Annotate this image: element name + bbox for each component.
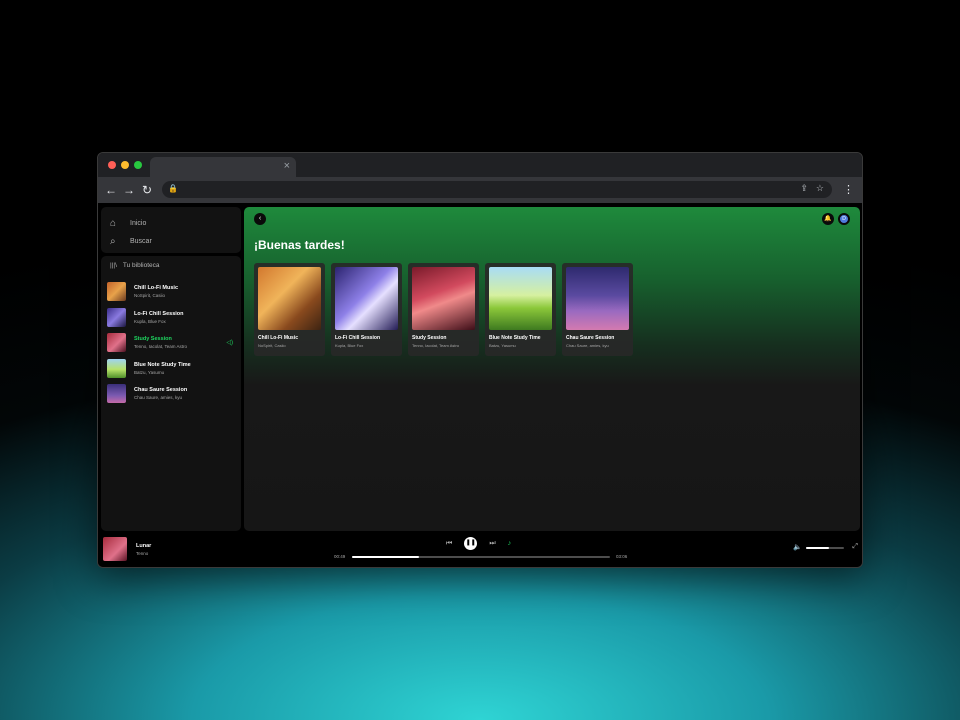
volume-fill bbox=[806, 547, 829, 549]
library-item-title: Study Session bbox=[134, 336, 172, 343]
forward-arrow-icon[interactable]: → bbox=[120, 183, 138, 197]
card-title: Lo-Fi Chill Session bbox=[335, 335, 381, 341]
avatar[interactable]: D bbox=[838, 213, 850, 225]
playlist-card[interactable]: Chill Lo-Fi Music NoSpirit, Casiio bbox=[254, 263, 325, 356]
library-icon: |||\ bbox=[110, 262, 117, 269]
now-playing-cover[interactable] bbox=[103, 537, 127, 561]
library-item[interactable]: Chau Saure Session Chau Saure, amies, ky… bbox=[107, 381, 235, 407]
library-item-subtitle: Chau Saure, amies, kyu bbox=[134, 395, 183, 401]
playlist-grid: Chill Lo-Fi Music NoSpirit, Casiio Lo-Fi… bbox=[254, 263, 633, 356]
back-arrow-icon[interactable]: ← bbox=[102, 183, 120, 197]
spotify-app: ⌂ Inicio ⌕ Buscar |||\ Tu biblioteca Chi… bbox=[98, 203, 862, 531]
now-playing-title[interactable]: Lunar bbox=[136, 543, 151, 549]
tab-bar: × bbox=[98, 153, 862, 177]
card-subtitle: Tenno, Iacolat, Team Astro bbox=[412, 343, 460, 348]
fullscreen-icon[interactable]: ⤢ bbox=[852, 543, 858, 551]
share-icon[interactable]: ⇪ bbox=[800, 183, 808, 194]
playlist-cover bbox=[107, 384, 126, 404]
progress-slider[interactable] bbox=[352, 556, 610, 558]
page-title: ¡Buenas tardes! bbox=[254, 238, 345, 252]
card-subtitle: Batzu, Yasumu bbox=[489, 343, 516, 348]
library-item-title: Chill Lo-Fi Music bbox=[134, 285, 178, 292]
tab-close-icon[interactable]: × bbox=[284, 160, 290, 172]
now-playing-artist[interactable]: Tenno bbox=[136, 551, 148, 556]
library-item-title: Lo-Fi Chill Session bbox=[134, 310, 184, 317]
sidebar-item-home[interactable]: ⌂ Inicio bbox=[110, 214, 232, 232]
star-icon[interactable]: ☆ bbox=[816, 183, 824, 194]
pause-button[interactable]: ❚❚ bbox=[464, 537, 478, 550]
playlist-cover bbox=[107, 307, 126, 327]
card-subtitle: Chau Saure, amies, kyu bbox=[566, 343, 609, 348]
more-vert-icon[interactable]: ⋮ bbox=[843, 183, 854, 196]
main-content: ‹ 🔔 D ¡Buenas tardes! Chill Lo-Fi Music … bbox=[244, 207, 860, 531]
minimize-window-button[interactable] bbox=[121, 161, 129, 169]
library-panel: |||\ Tu biblioteca Chill Lo-Fi Music NoS… bbox=[101, 256, 241, 531]
library-item-subtitle: Kupla, Blue Fox bbox=[134, 318, 166, 324]
progress-fill bbox=[352, 556, 420, 558]
bell-icon[interactable]: 🔔 bbox=[822, 213, 834, 225]
playlist-cover bbox=[258, 267, 321, 330]
library-item-subtitle: Batzu, Yasumu bbox=[134, 369, 165, 375]
reload-icon[interactable]: ↻ bbox=[138, 183, 156, 197]
library-item[interactable]: Blue Note Study Time Batzu, Yasumu bbox=[107, 356, 235, 382]
card-subtitle: NoSpirit, Casiio bbox=[258, 343, 286, 348]
playback-controls: ⏮ ❚❚ ⏭ ♪ bbox=[446, 537, 511, 550]
close-window-button[interactable] bbox=[108, 161, 116, 169]
playlist-card[interactable]: Chau Saure Session Chau Saure, amies, ky… bbox=[562, 263, 633, 356]
lock-icon: 🔒 bbox=[168, 184, 178, 193]
playlist-cover bbox=[489, 267, 552, 330]
next-track-icon[interactable]: ⏭ bbox=[489, 540, 495, 548]
playlist-cover bbox=[412, 267, 475, 330]
card-title: Chill Lo-Fi Music bbox=[258, 335, 298, 341]
library-label: Tu biblioteca bbox=[122, 262, 160, 269]
sidebar: ⌂ Inicio ⌕ Buscar |||\ Tu biblioteca Chi… bbox=[101, 207, 241, 531]
playlist-card[interactable]: Blue Note Study Time Batzu, Yasumu bbox=[485, 263, 556, 356]
volume-slider[interactable] bbox=[806, 547, 844, 549]
sidebar-nav: ⌂ Inicio ⌕ Buscar bbox=[101, 207, 241, 253]
playlist-cover bbox=[566, 267, 629, 330]
library-item[interactable]: Study Session Tenno, Iacolat, Team Astro… bbox=[107, 330, 235, 356]
sidebar-item-label: Inicio bbox=[130, 219, 147, 227]
library-item[interactable]: Lo-Fi Chill Session Kupla, Blue Fox bbox=[107, 305, 235, 331]
playlist-cover bbox=[107, 282, 126, 302]
library-item-title: Blue Note Study Time bbox=[134, 361, 191, 368]
playlist-cover bbox=[107, 358, 126, 378]
browser-tab[interactable]: × bbox=[150, 157, 296, 177]
sidebar-item-label: Buscar bbox=[130, 237, 152, 245]
total-time: 03:06 bbox=[616, 554, 628, 559]
elapsed-time: 00:49 bbox=[334, 554, 346, 559]
card-title: Chau Saure Session bbox=[566, 335, 615, 341]
library-header[interactable]: |||\ Tu biblioteca bbox=[107, 262, 235, 269]
playlist-cover bbox=[107, 333, 126, 353]
card-title: Study Session bbox=[412, 335, 447, 341]
volume-icon[interactable]: 🔈 bbox=[793, 543, 802, 551]
playlist-cover bbox=[335, 267, 398, 330]
window-controls bbox=[108, 161, 142, 169]
address-bar: ← → ↻ 🔒 ⇪ ☆ ⋮ bbox=[98, 177, 862, 203]
player-bar: Lunar Tenno ⏮ ❚❚ ⏭ ♪ 00:49 03:06 🔈 ⤢ bbox=[98, 531, 862, 567]
playlist-card[interactable]: Study Session Tenno, Iacolat, Team Astro bbox=[408, 263, 479, 356]
now-playing-speaker-icon: ◁) bbox=[226, 340, 233, 346]
home-icon: ⌂ bbox=[110, 217, 117, 229]
card-title: Blue Note Study Time bbox=[489, 335, 541, 341]
sidebar-item-search[interactable]: ⌕ Buscar bbox=[110, 232, 232, 250]
library-item-title: Chau Saure Session bbox=[134, 387, 188, 394]
url-input[interactable]: 🔒 ⇪ ☆ bbox=[162, 181, 832, 198]
browser-window: × ← → ↻ 🔒 ⇪ ☆ ⋮ ⌂ Inicio ⌕ Buscar |||\ T… bbox=[97, 152, 863, 568]
library-item-subtitle: Tenno, Iacolat, Team Astro bbox=[134, 344, 187, 350]
back-chevron-icon[interactable]: ‹ bbox=[254, 213, 266, 225]
playlist-card[interactable]: Lo-Fi Chill Session Kupla, Blue Fox bbox=[331, 263, 402, 356]
library-item-subtitle: NoSpirit, Casiio bbox=[134, 293, 166, 299]
previous-track-icon[interactable]: ⏮ bbox=[446, 540, 452, 548]
lyrics-icon[interactable]: ♪ bbox=[508, 540, 512, 547]
maximize-window-button[interactable] bbox=[134, 161, 142, 169]
card-subtitle: Kupla, Blue Fox bbox=[335, 343, 364, 348]
search-icon: ⌕ bbox=[110, 235, 116, 247]
library-item[interactable]: Chill Lo-Fi Music NoSpirit, Casiio bbox=[107, 279, 235, 305]
